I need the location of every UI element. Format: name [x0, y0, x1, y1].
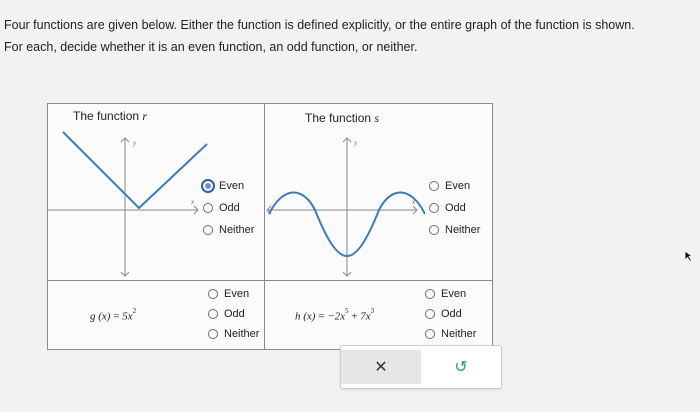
function-r-cell: The function r y x Even Odd Neither: [48, 104, 264, 280]
function-s-choice-odd[interactable]: Odd: [429, 197, 480, 219]
function-g-choice-odd[interactable]: Odd: [208, 304, 259, 324]
function-r-name: r: [142, 109, 148, 123]
y-axis-label: y: [353, 139, 358, 147]
function-g-choice-neither[interactable]: Neither: [208, 324, 259, 344]
radio-icon[interactable]: [203, 203, 213, 213]
function-h-formula: h (x) = −2x5 + 7x3: [295, 307, 375, 323]
function-h-choice-even[interactable]: Even: [425, 284, 476, 304]
function-s-choice-even[interactable]: Even: [429, 175, 480, 197]
function-h-choice-odd[interactable]: Odd: [425, 304, 476, 324]
mouse-cursor-icon: [684, 250, 694, 262]
function-s-cell: The function s y x Even Odd Neither: [265, 104, 492, 280]
function-g-choice-even[interactable]: Even: [208, 284, 259, 304]
function-g-formula: g (x) = 5x2: [90, 307, 137, 323]
undo-button[interactable]: ↺: [421, 350, 501, 384]
function-g-choices: Even Odd Neither: [208, 284, 259, 344]
radio-icon[interactable]: [425, 309, 435, 319]
instructions: Four functions are given below. Either t…: [4, 14, 635, 58]
instructions-line-1: Four functions are given below. Either t…: [4, 18, 635, 32]
function-r-choice-odd[interactable]: Odd: [203, 197, 254, 219]
clear-button[interactable]: ✕: [341, 350, 421, 384]
function-s-name: s: [374, 111, 380, 125]
radio-icon[interactable]: [425, 289, 435, 299]
radio-icon[interactable]: [425, 329, 435, 339]
function-h-choices: Even Odd Neither: [425, 284, 476, 344]
radio-icon[interactable]: [208, 309, 218, 319]
radio-selected-icon[interactable]: [201, 179, 215, 193]
function-g-cell: g (x) = 5x2 Even Odd Neither: [48, 281, 264, 349]
function-s-graph: y x: [266, 137, 425, 277]
radio-icon[interactable]: [208, 329, 218, 339]
function-s-choice-neither[interactable]: Neither: [429, 219, 480, 241]
function-s-title: The function s: [305, 111, 380, 125]
function-r-graph: y x: [48, 131, 208, 277]
x-axis-label: x: [190, 198, 195, 206]
undo-icon: ↺: [454, 359, 468, 376]
radio-icon[interactable]: [208, 289, 218, 299]
close-icon: ✕: [374, 359, 388, 376]
function-r-choices: Even Odd Neither: [201, 175, 254, 241]
radio-icon[interactable]: [429, 181, 439, 191]
function-s-choices: Even Odd Neither: [429, 175, 480, 241]
function-h-choice-neither[interactable]: Neither: [425, 324, 476, 344]
function-r-choice-even[interactable]: Even: [201, 175, 254, 197]
function-r-title: The function r: [73, 109, 148, 123]
instructions-line-2: For each, decide whether it is an even f…: [4, 40, 418, 54]
function-h-cell: h (x) = −2x5 + 7x3 Even Odd Neither: [265, 281, 492, 349]
radio-icon[interactable]: [203, 225, 213, 235]
function-r-choice-neither[interactable]: Neither: [203, 219, 254, 241]
answer-button-bar: ✕ ↺: [340, 345, 502, 389]
functions-grid: The function r y x Even Odd Neither The …: [47, 103, 493, 350]
radio-icon[interactable]: [429, 225, 439, 235]
radio-icon[interactable]: [429, 203, 439, 213]
y-axis-label: y: [132, 139, 137, 147]
